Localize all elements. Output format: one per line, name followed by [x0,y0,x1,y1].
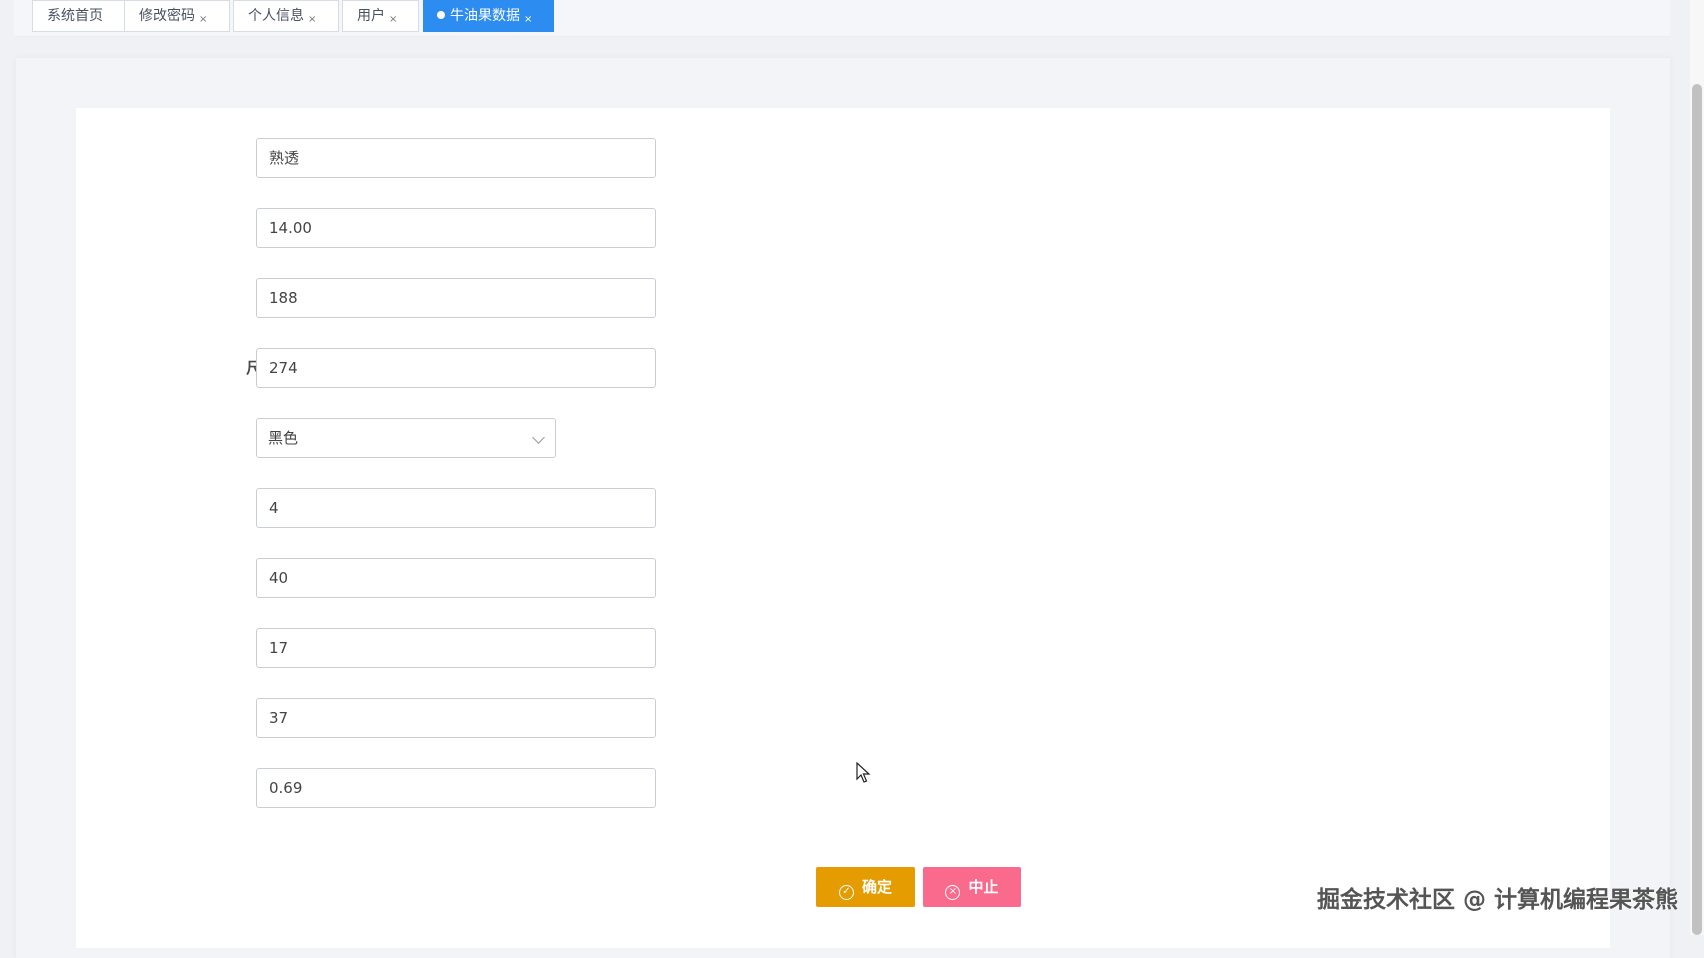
active-dot-icon [437,11,445,19]
tab-users[interactable]: 用户 × [342,0,419,32]
tab-label: 牛油果数据 [450,8,520,24]
form-row-ripeness: 成熟度 熟透 [76,138,1610,178]
ripeness-input[interactable]: 熟透 [256,138,656,178]
close-icon[interactable]: × [389,5,397,35]
cancel-button[interactable]: × 中止 [923,867,1021,907]
avocado-form: 成熟度 熟透 硬度 14.00 重量(g) 188 尺寸(cm³) 274 颜色… [76,108,1610,948]
tab-label: 用户 [357,8,385,24]
tab-label: 个人信息 [248,8,304,24]
density-input[interactable]: 0.69 [256,768,656,808]
close-circle-icon: × [945,885,961,900]
form-row-density: 密度 0.69 [76,768,1610,808]
watermark: 掘金技术社区 @ 计算机编程果茶熊 [1316,887,1678,913]
size-input[interactable]: 274 [256,348,656,388]
sound-decibel-input[interactable]: 37 [256,698,656,738]
form-row-color-category: 颜色类别 黑色 [76,418,1610,458]
chevron-down-icon [532,431,545,444]
brightness-input[interactable]: 17 [256,628,656,668]
close-icon[interactable]: × [199,5,207,35]
hue-input[interactable]: 4 [256,488,656,528]
form-row-hardness: 硬度 14.00 [76,208,1610,248]
form-row-brightness: 亮度 17 [76,628,1610,668]
cancel-label: 中止 [968,878,999,896]
tab-personal-info[interactable]: 个人信息 × [233,0,339,32]
select-value: 黑色 [268,429,299,447]
hardness-input[interactable]: 14.00 [256,208,656,248]
tab-bar: 系统首页 修改密码 × 个人信息 × 用户 × 牛油果数据 × [14,0,1670,37]
tab-home[interactable]: 系统首页 [32,0,126,32]
color-category-select[interactable]: 黑色 [256,418,556,458]
mouse-cursor-icon [856,762,871,783]
scrollbar[interactable] [1690,0,1704,935]
check-circle-icon: ✓ [838,885,854,900]
tab-label: 系统首页 [47,8,103,24]
confirm-label: 确定 [861,878,892,896]
form-row-hue: 色调 4 [76,488,1610,528]
close-icon[interactable]: × [524,5,532,35]
form-row-sound-decibel: 声音分贝 37 [76,698,1610,738]
confirm-button[interactable]: ✓ 确定 [816,867,915,907]
weight-input[interactable]: 188 [256,278,656,318]
tab-avocado-data[interactable]: 牛油果数据 × [423,0,554,32]
form-row-weight: 重量(g) 188 [76,278,1610,318]
form-row-saturation: 饱和度 40 [76,558,1610,598]
tab-change-password[interactable]: 修改密码 × [124,0,230,32]
tab-label: 修改密码 [139,8,195,24]
saturation-input[interactable]: 40 [256,558,656,598]
form-row-size: 尺寸(cm³) 274 [76,348,1610,388]
close-icon[interactable]: × [308,5,316,35]
scrollbar-thumb[interactable] [1692,84,1702,935]
